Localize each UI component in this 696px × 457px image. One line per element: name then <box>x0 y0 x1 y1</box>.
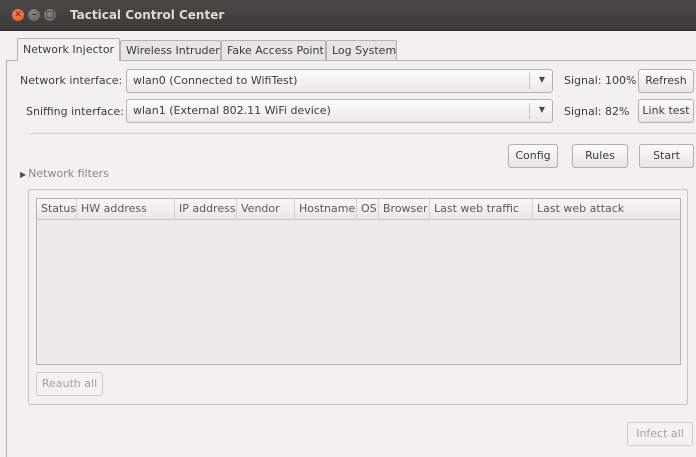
window-title: Tactical Control Center <box>70 8 225 22</box>
tab-fake-access-point[interactable]: Fake Access Point <box>221 40 326 60</box>
column-last-web-traffic[interactable]: Last web traffic <box>430 199 533 220</box>
link-test-button[interactable]: Link test <box>638 99 694 123</box>
tab-log-system[interactable]: Log System <box>326 40 397 60</box>
column-ip-address[interactable]: IP address <box>175 199 237 220</box>
sniffing-interface-select[interactable]: wlan1 (External 802.11 WiFi device) ▼ <box>126 99 553 123</box>
rules-button[interactable]: Rules <box>572 144 628 168</box>
network-interface-value: wlan0 (Connected to WifiTest) <box>133 74 298 87</box>
refresh-button[interactable]: Refresh <box>638 69 694 93</box>
config-button[interactable]: Config <box>508 144 558 168</box>
table-header: Status HW address IP address Vendor Host… <box>37 199 680 220</box>
sniffing-interface-value: wlan1 (External 802.11 WiFi device) <box>133 104 331 117</box>
chevron-down-icon: ▼ <box>538 105 545 114</box>
tab-network-injector[interactable]: Network Injector <box>17 38 120 61</box>
start-button[interactable]: Start <box>639 144 694 168</box>
network-interface-select[interactable]: wlan0 (Connected to WifiTest) ▼ <box>126 69 553 93</box>
close-icon[interactable]: ✕ <box>12 9 24 21</box>
divider <box>30 133 696 134</box>
triangle-right-icon: ▶ <box>20 170 27 179</box>
column-vendor[interactable]: Vendor <box>237 199 295 220</box>
title-bar: ✕ – □ Tactical Control Center <box>0 0 696 31</box>
network-interface-label: Network interface: <box>20 74 123 87</box>
combo-separator <box>529 103 530 119</box>
network-filters-expander[interactable]: ▶ Network filters <box>20 167 109 180</box>
minimize-icon[interactable]: – <box>28 9 40 21</box>
column-hw-address[interactable]: HW address <box>77 199 175 220</box>
column-hostname[interactable]: Hostname <box>295 199 357 220</box>
column-browser[interactable]: Browser <box>379 199 430 220</box>
column-status[interactable]: Status <box>37 199 77 220</box>
reauth-all-button[interactable]: Reauth all <box>36 372 103 396</box>
sniffing-interface-label: Sniffing interface: <box>26 105 124 118</box>
column-os[interactable]: OS <box>357 199 379 220</box>
tab-wireless-intruder[interactable]: Wireless Intruder <box>120 40 221 60</box>
column-last-web-attack[interactable]: Last web attack <box>533 199 680 220</box>
network-filters-label: Network filters <box>28 167 109 180</box>
sniffing-signal-label: Signal: 82% <box>564 105 630 118</box>
chevron-down-icon: ▼ <box>538 75 545 84</box>
combo-separator <box>529 73 530 89</box>
network-signal-label: Signal: 100% <box>564 74 637 87</box>
hosts-table[interactable]: Status HW address IP address Vendor Host… <box>36 198 681 365</box>
maximize-icon[interactable]: □ <box>44 9 56 21</box>
infect-all-button[interactable]: Infect all <box>627 422 693 446</box>
